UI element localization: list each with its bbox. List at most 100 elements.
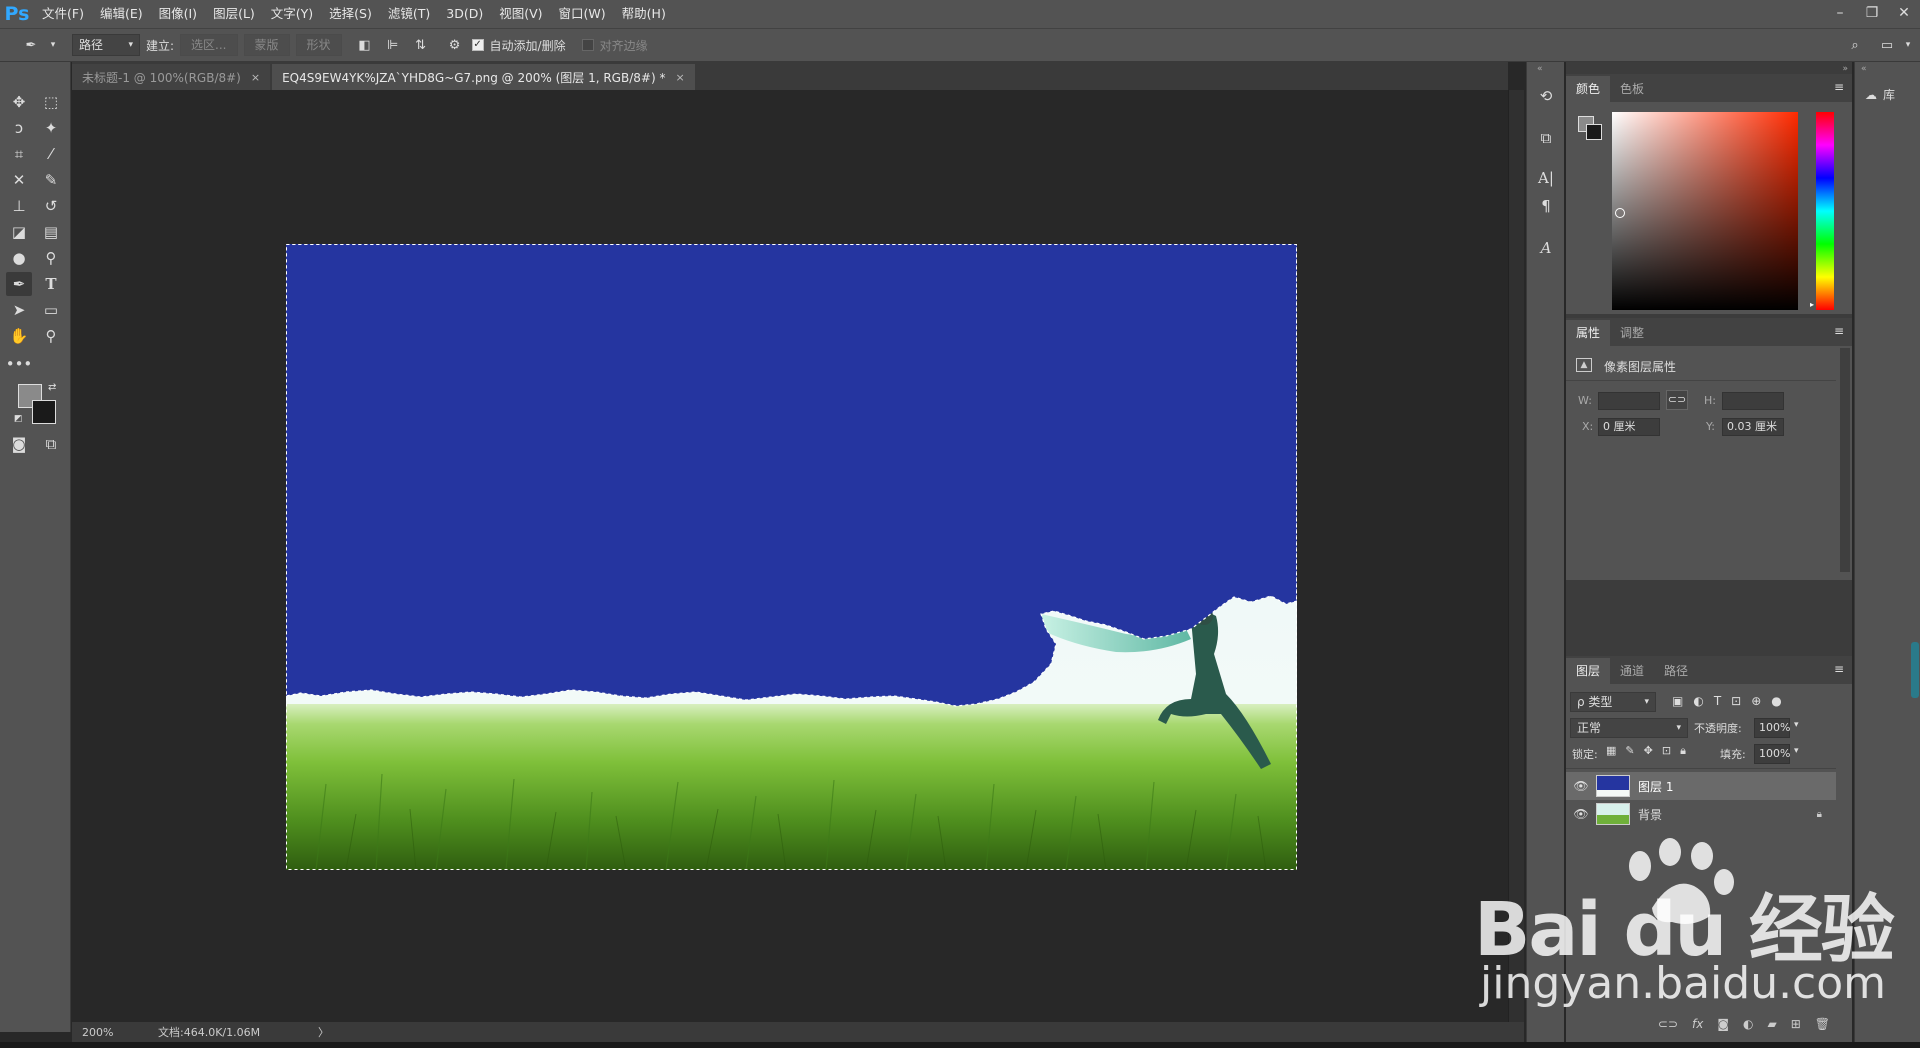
fill-field[interactable]: 100% (1754, 744, 1790, 764)
new-group-icon[interactable]: ▰ (1767, 1017, 1776, 1031)
chevron-down-icon[interactable]: ▾ (1794, 746, 1799, 756)
gradient-tool-icon[interactable]: ▤ (38, 220, 64, 244)
side-handle[interactable] (1911, 642, 1919, 698)
background-swatch[interactable] (1586, 124, 1602, 140)
brush-tool-icon[interactable]: ✎ (38, 168, 64, 192)
tool-mode-select[interactable]: 路径 ▾ (72, 34, 140, 56)
color-picker-handle[interactable] (1615, 208, 1625, 218)
filter-adjustment-icon[interactable]: ◐ (1693, 694, 1703, 708)
zoom-tool-icon[interactable]: ⚲ (38, 324, 64, 348)
visibility-eye-icon[interactable]: 👁︎ (1566, 779, 1596, 793)
minimize-button[interactable]: – (1824, 0, 1856, 28)
panel-menu-icon[interactable]: ≡ (1834, 80, 1844, 94)
eyedropper-tool-icon[interactable]: ⁄ (38, 142, 64, 166)
tab-channels[interactable]: 通道 (1610, 658, 1654, 684)
screen-mode-icon[interactable]: ⧉ (38, 432, 64, 456)
character-panel-icon[interactable]: A| (1534, 166, 1558, 190)
swap-colors-icon[interactable]: ⇄ (48, 382, 56, 393)
filter-pixel-icon[interactable]: ▣ (1672, 694, 1683, 708)
menu-help[interactable]: 帮助(H) (614, 0, 674, 28)
make-selection-button[interactable]: 选区... (180, 34, 238, 56)
blur-tool-icon[interactable]: ● (6, 246, 32, 270)
visibility-eye-icon[interactable]: 👁︎ (1566, 807, 1596, 821)
chevron-down-icon[interactable]: ▾ (1902, 34, 1914, 56)
history-brush-tool-icon[interactable]: ↺ (38, 194, 64, 218)
layer-filter-select[interactable]: ρ 类型 ▾ (1570, 692, 1656, 712)
filter-shape-icon[interactable]: ⊡ (1731, 694, 1741, 708)
tab-active-document[interactable]: EQ4S9EW4YK%JZA`YHD8G~G7.png @ 200% (图层 1… (272, 64, 695, 90)
blend-mode-select[interactable]: 正常 ▾ (1570, 718, 1688, 738)
gear-icon[interactable]: ⚙ (444, 34, 466, 56)
healing-brush-tool-icon[interactable]: ✕ (6, 168, 32, 192)
hue-slider-handle[interactable]: ▸ (1810, 300, 1814, 309)
x-field[interactable]: 0 厘米 (1598, 418, 1660, 436)
clone-stamp-tool-icon[interactable]: ⊥ (6, 194, 32, 218)
collapse-arrows-icon[interactable]: « (1537, 64, 1543, 74)
lock-position-icon[interactable]: ✥ (1644, 744, 1653, 758)
lock-artboard-icon[interactable]: ⊡ (1662, 744, 1671, 758)
menu-filter[interactable]: 滤镜(T) (380, 0, 438, 28)
actions-panel-icon[interactable]: ⧉ (1534, 126, 1558, 150)
link-layers-icon[interactable]: ⊂⊃ (1658, 1017, 1678, 1031)
rectangle-tool-icon[interactable]: ▭ (38, 298, 64, 322)
path-operations-icon[interactable]: ◧ (354, 34, 376, 56)
menu-file[interactable]: 文件(F) (34, 0, 92, 28)
dodge-tool-icon[interactable]: ⚲ (38, 246, 64, 270)
menu-image[interactable]: 图像(I) (151, 0, 205, 28)
make-shape-button[interactable]: 形状 (295, 34, 342, 56)
width-field[interactable] (1598, 392, 1660, 410)
make-mask-button[interactable]: 蒙版 (243, 34, 290, 56)
filter-smart-object-icon[interactable]: ⊕ (1751, 694, 1761, 708)
path-selection-tool-icon[interactable]: ➤ (6, 298, 32, 322)
layer-row[interactable]: 👁︎ 图层 1 (1566, 772, 1836, 800)
layer-row[interactable]: 👁︎ 背景 🔒︎ (1566, 800, 1836, 828)
panel-menu-icon[interactable]: ≡ (1834, 324, 1844, 338)
path-arrangement-icon[interactable]: ⇅ (410, 34, 432, 56)
new-layer-icon[interactable]: ⊞ (1791, 1017, 1801, 1031)
filter-toggle-icon[interactable]: ● (1771, 694, 1781, 708)
hand-tool-icon[interactable]: ✋ (6, 324, 32, 348)
marquee-tool-icon[interactable]: ⬚ (38, 90, 64, 114)
layer-name[interactable]: 图层 1 (1638, 778, 1673, 795)
path-alignment-icon[interactable]: ⊫ (382, 34, 404, 56)
document-canvas[interactable] (286, 244, 1297, 870)
pen-tool-icon[interactable]: ✒ (6, 272, 32, 296)
hue-slider[interactable] (1816, 112, 1834, 310)
crop-tool-icon[interactable]: ⌗ (6, 142, 32, 166)
menu-select[interactable]: 选择(S) (321, 0, 380, 28)
height-field[interactable] (1722, 392, 1784, 410)
quick-mask-icon[interactable]: ◙ (6, 432, 32, 456)
tab-paths[interactable]: 路径 (1654, 658, 1698, 684)
pen-tool-preset-icon[interactable]: ✒ (20, 34, 42, 56)
restore-button[interactable]: ❐ (1856, 0, 1888, 28)
panel-menu-icon[interactable]: ≡ (1834, 662, 1844, 676)
delete-layer-icon[interactable]: 🗑︎ (1815, 1017, 1830, 1031)
history-panel-icon[interactable]: ⟲ (1534, 84, 1558, 108)
properties-scrollbar[interactable] (1840, 348, 1850, 572)
tab-adjustments[interactable]: 调整 (1610, 320, 1654, 346)
lasso-tool-icon[interactable]: ↄ (6, 116, 32, 140)
add-mask-icon[interactable]: ◙ (1717, 1017, 1729, 1031)
adjustment-layer-icon[interactable]: ◐ (1743, 1017, 1753, 1031)
tab-layers[interactable]: 图层 (1566, 658, 1611, 684)
menu-edit[interactable]: 编辑(E) (92, 0, 151, 28)
chevron-down-icon[interactable]: ▾ (48, 34, 58, 56)
color-field[interactable] (1612, 112, 1798, 310)
menu-layer[interactable]: 图层(L) (205, 0, 263, 28)
link-icon[interactable]: ⊂⊃ (1666, 390, 1688, 410)
paragraph-panel-icon[interactable]: ¶ (1534, 194, 1558, 218)
close-window-button[interactable]: ✕ (1888, 0, 1920, 28)
close-icon[interactable]: × (251, 71, 260, 84)
menu-window[interactable]: 窗口(W) (551, 0, 614, 28)
close-icon[interactable]: × (675, 71, 684, 84)
glyphs-panel-icon[interactable]: A (1534, 236, 1558, 260)
move-tool-icon[interactable]: ✥ (6, 90, 32, 114)
menu-3d[interactable]: 3D(D) (438, 0, 491, 28)
background-color-swatch[interactable] (32, 400, 56, 424)
align-edges-checkbox[interactable] (581, 39, 594, 51)
lock-pixels-icon[interactable]: ✎ (1625, 744, 1634, 758)
auto-add-delete-checkbox[interactable]: ✓ (471, 39, 484, 51)
y-field[interactable]: 0.03 厘米 (1722, 418, 1784, 436)
search-icon[interactable]: ⌕ (1844, 34, 1866, 56)
tab-untitled[interactable]: 未标题-1 @ 100%(RGB/8#) × (72, 64, 271, 90)
